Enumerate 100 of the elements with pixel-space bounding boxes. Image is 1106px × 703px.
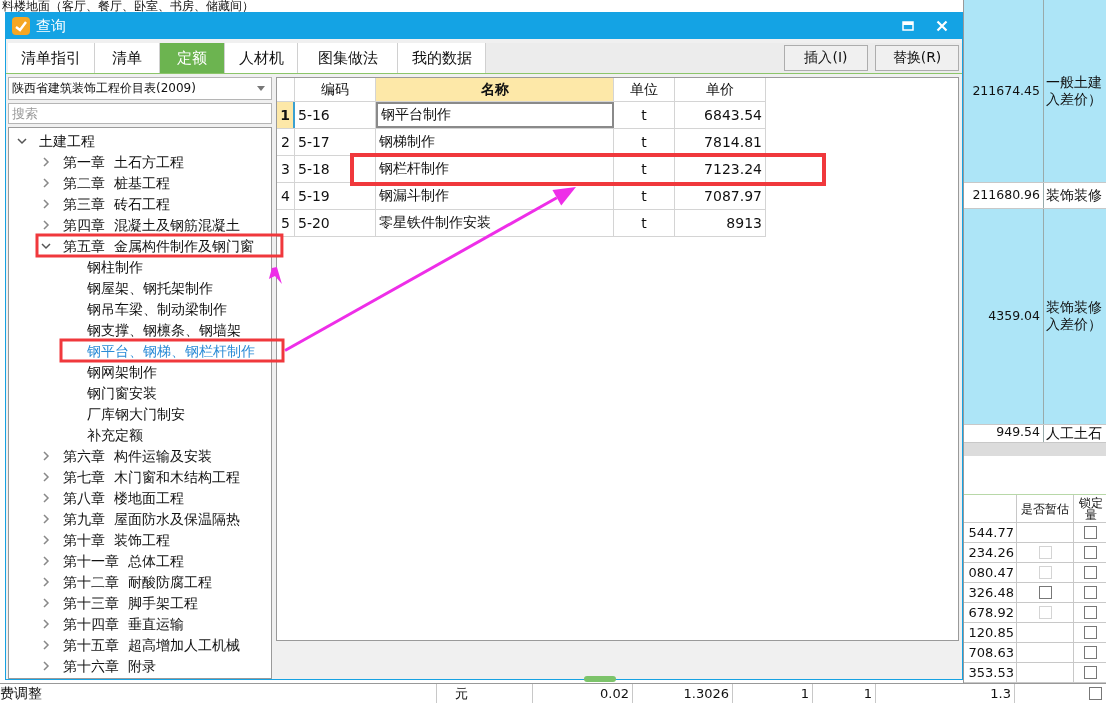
checkbox[interactable] — [1038, 586, 1052, 599]
tab[interactable]: 清单指引 — [8, 43, 95, 73]
table-cell: 678.92 — [964, 603, 1017, 622]
table-cell: 5-18 — [295, 156, 376, 182]
table-cell: 234.26 — [964, 543, 1017, 562]
tree-item[interactable]: 第十三章 脚手架工程 — [63, 594, 198, 611]
tree-item[interactable]: 钢柱制作 — [87, 258, 143, 275]
tab[interactable]: 人材机 — [225, 43, 298, 73]
arrow — [268, 267, 282, 284]
tree-item[interactable]: 第十章 装饰工程 — [63, 531, 170, 548]
row-number: 2 — [277, 129, 295, 155]
tree-item[interactable]: 第一章 土石方工程 — [63, 153, 184, 170]
table-cell: 零星铁件制作安装 — [376, 210, 614, 236]
tree-item[interactable]: 土建工程 — [39, 132, 95, 149]
chevron-icon[interactable] — [41, 450, 51, 461]
scrollbar[interactable] — [964, 443, 1106, 456]
chevron-icon[interactable] — [41, 492, 51, 503]
table-cell: 1 — [813, 684, 876, 703]
tree-item[interactable]: 第十二章 耐酸防腐工程 — [63, 573, 212, 590]
chevron-icon[interactable] — [41, 639, 51, 650]
tab[interactable]: 我的数据 — [398, 43, 486, 73]
action-button[interactable]: 替换(R) — [875, 45, 959, 71]
checkbox[interactable] — [1084, 626, 1097, 639]
checkbox[interactable] — [1084, 586, 1097, 599]
table-cell: t — [614, 102, 675, 128]
tree-item[interactable]: 第七章 木门窗和木结构工程 — [63, 468, 240, 485]
table-cell: 8913 — [675, 210, 766, 236]
table-cell: t — [614, 183, 675, 209]
checkbox[interactable] — [1084, 646, 1097, 659]
description-cell-text: 装饰装修 — [1045, 186, 1103, 204]
row-number: 1 — [277, 102, 295, 128]
column-header: 单位 — [614, 78, 675, 101]
tree-item[interactable]: 钢门窗安装 — [87, 384, 157, 401]
checkbox[interactable] — [1084, 606, 1097, 619]
description-cell-text: 一般土建 入差价） — [1045, 73, 1103, 108]
amount-cell: 4359.04 — [964, 208, 1044, 424]
tree-item[interactable]: 第五章 金属构件制作及钢门窗 — [63, 237, 254, 254]
chevron-icon[interactable] — [41, 618, 51, 629]
table-cell: 120.85 — [964, 623, 1017, 642]
column-header: 名称 — [376, 78, 614, 101]
tree-item[interactable]: 第十四章 垂直运输 — [63, 615, 184, 632]
tree-item[interactable]: 钢网架制作 — [87, 363, 157, 380]
tree-item[interactable]: 第十六章 附录 — [63, 657, 156, 674]
splitter-handle[interactable] — [584, 676, 616, 682]
tree-item[interactable]: 钢平台、钢梯、钢栏杆制作 — [87, 342, 255, 359]
tree-item[interactable]: 第四章 混凝土及钢筋混凝土 — [63, 216, 240, 233]
checkbox[interactable] — [1084, 666, 1097, 679]
library-dropdown[interactable]: 陕西省建筑装饰工程价目表(2009) — [8, 77, 272, 100]
action-button[interactable]: 插入(I) — [784, 45, 868, 71]
tree-item[interactable]: 第六章 构件运输及安装 — [63, 447, 212, 464]
checkbox[interactable] — [1089, 687, 1102, 700]
caret-icon — [257, 86, 265, 91]
tree-item[interactable]: 第八章 楼地面工程 — [63, 489, 184, 506]
search-field[interactable]: 搜索 — [8, 103, 272, 124]
checkbox[interactable] — [1084, 546, 1097, 559]
table-cell: 7123.24 — [675, 156, 766, 182]
table-cell: 1.3 — [876, 684, 1015, 703]
chevron-icon[interactable] — [41, 156, 51, 167]
chevron-icon[interactable] — [41, 597, 51, 608]
table-cell: 0.02 — [533, 684, 633, 703]
row-number: 5 — [277, 210, 295, 236]
amount-cell: 211674.45 — [964, 0, 1044, 182]
checkbox[interactable] — [1084, 526, 1097, 539]
table-cell: 钢梯制作 — [376, 129, 614, 155]
checkbox[interactable] — [1084, 566, 1097, 579]
table-cell: 钢栏杆制作 — [376, 156, 614, 182]
tab[interactable]: 图集做法 — [298, 43, 398, 73]
chevron-icon[interactable] — [41, 177, 51, 188]
chevron-icon[interactable] — [41, 198, 51, 209]
chevron-icon[interactable] — [41, 471, 51, 482]
chevron-icon[interactable] — [41, 513, 51, 524]
tree-item[interactable]: 钢吊车梁、制动梁制作 — [87, 300, 227, 317]
chevron-icon[interactable] — [41, 555, 51, 566]
table-cell: 7087.97 — [675, 183, 766, 209]
table-cell: 钢平台制作 — [376, 102, 614, 128]
table-cell: 元 — [437, 684, 533, 703]
tree-item[interactable]: 第三章 砖石工程 — [63, 195, 170, 212]
close-icon[interactable] — [936, 20, 948, 32]
window-title: 查询 — [36, 16, 66, 36]
chevron-icon[interactable] — [41, 534, 51, 545]
chevron-icon[interactable] — [17, 135, 27, 146]
tree-item[interactable]: 第十五章 超高增加人工机械 — [63, 636, 240, 653]
description-cell-text: 装饰装修 入差价） — [1045, 299, 1103, 334]
table-cell: 5-19 — [295, 183, 376, 209]
maximize-icon[interactable] — [902, 21, 914, 31]
tree-item[interactable]: 第九章 屋面防水及保温隔热 — [63, 510, 240, 527]
chevron-icon[interactable] — [41, 240, 51, 251]
tree-item[interactable]: 第十一章 总体工程 — [63, 552, 184, 569]
tree-item[interactable]: 钢屋架、钢托架制作 — [87, 279, 213, 296]
table-cell: 1.3026 — [633, 684, 733, 703]
table-cell: 1 — [733, 684, 813, 703]
table-cell: t — [614, 129, 675, 155]
chevron-icon[interactable] — [41, 576, 51, 587]
chevron-icon[interactable] — [41, 219, 51, 230]
tree-item[interactable]: 厂库钢大门制安 — [87, 405, 185, 422]
tab[interactable]: 清单 — [95, 43, 160, 73]
tree-item[interactable]: 第二章 桩基工程 — [63, 174, 170, 191]
tree-item[interactable]: 补充定额 — [87, 426, 143, 443]
tree-item[interactable]: 钢支撑、钢檩条、钢墙架 — [87, 321, 241, 338]
chevron-icon[interactable] — [41, 660, 51, 671]
